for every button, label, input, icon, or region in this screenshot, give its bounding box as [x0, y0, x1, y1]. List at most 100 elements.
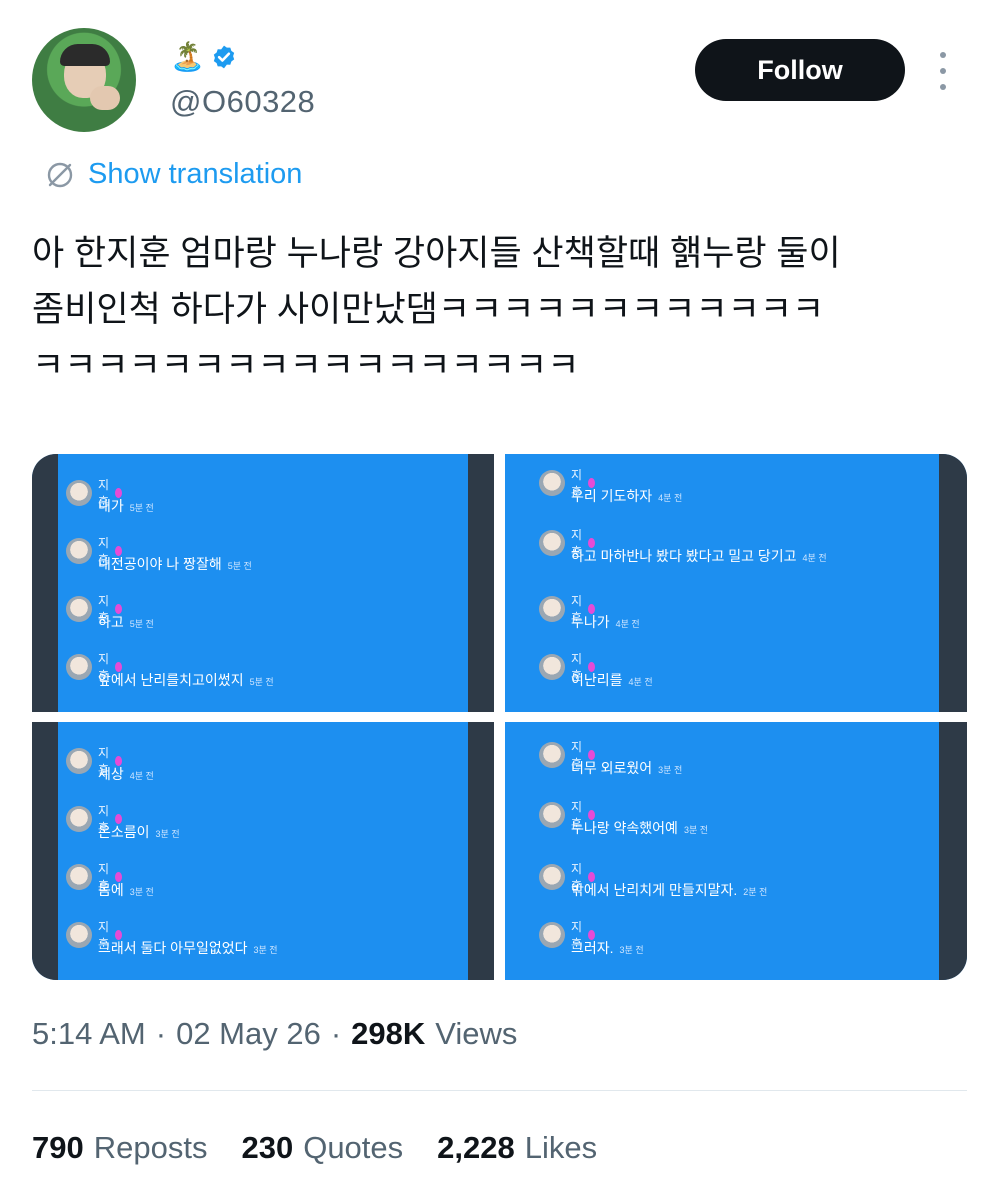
tweet-text: 아 한지훈 엄마랑 누나랑 강아지들 산책할때 핽누랑 둘이 좀비인척 하다가 …	[32, 234, 841, 385]
meta-separator: ·	[155, 1016, 167, 1051]
chat-message-time: 5분 전	[129, 503, 154, 513]
reposts-count: 790	[32, 1130, 84, 1165]
chat-avatar	[66, 654, 92, 680]
verified-badge-icon	[213, 45, 235, 69]
media-image-2[interactable]: 지훈 우리 기도하자 4분 전 지훈 하고 마하반나 봤다 봤다고 밀고 당기고 4분 전…	[505, 454, 967, 712]
chat-message-body: 그러자. 3분 전	[571, 938, 644, 958]
quotes-label: Quotes	[303, 1130, 404, 1165]
show-translation-label: Show translation	[88, 158, 303, 190]
quotes-stat[interactable]: 230 Quotes	[241, 1130, 403, 1166]
chat-message-text: 내가	[98, 498, 124, 514]
chat-message-time: 3분 전	[155, 829, 180, 839]
chat-message-time: 3분 전	[683, 825, 709, 835]
translate-globe-icon	[47, 162, 73, 187]
user-handle[interactable]: @O60328	[170, 84, 315, 120]
chat-avatar	[539, 654, 565, 680]
chat-message-body: 몸에 3분 전	[98, 880, 154, 900]
chat-message-text: 누나가	[571, 614, 610, 630]
chat-message-body: 앞에서 난리를치고이썼지 5분 전	[98, 670, 274, 690]
chat-message-time: 3분 전	[658, 765, 683, 775]
tweet-date[interactable]: 02 May 26	[176, 1016, 321, 1052]
chat-message-body: 그래서 둘다 아무일없었다 3분 전	[98, 938, 278, 958]
chat-avatar	[539, 864, 565, 890]
chat-message-time: 4분 전	[628, 677, 653, 687]
meta-separator: ·	[330, 1016, 342, 1051]
likes-count: 2,228	[437, 1130, 515, 1165]
chat-message-text: 세상	[98, 766, 124, 782]
tweet-meta: 5:14 AM · 02 May 26 · 298K Views	[32, 1016, 517, 1052]
chat-message-text: 그러자.	[571, 940, 614, 956]
chat-message-text: 너무 외로웠어	[571, 760, 653, 776]
follow-button[interactable]: Follow	[695, 39, 905, 101]
views-label: Views	[435, 1016, 518, 1051]
tweet-header: 🏝️ @O60328 Follow	[32, 28, 967, 138]
reposts-label: Reposts	[93, 1130, 208, 1165]
panel-edge	[939, 722, 967, 980]
chat-avatar	[539, 596, 565, 622]
chat-message-text: 하고 마하반나 봤다 봤다고 밀고 당기고	[571, 548, 797, 564]
panel-edge	[468, 722, 494, 980]
panel-edge	[32, 454, 58, 712]
chat-message-time: 5분 전	[249, 677, 274, 687]
chat-message-text: 내전공이야 나 짱잘해	[98, 556, 222, 572]
avatar-hand	[90, 86, 120, 110]
views-count: 298K	[351, 1016, 426, 1051]
likes-stat[interactable]: 2,228 Likes	[437, 1130, 597, 1166]
tweet-time[interactable]: 5:14 AM	[32, 1016, 146, 1052]
chat-message-body: 이난리를 4분 전	[571, 670, 653, 690]
media-image-1[interactable]: 지훈 내가 5분 전 지훈 내전공이야 나 짱잘해 5분 전 지훈 하고 5분 전 지훈 앞에서 난…	[32, 454, 494, 712]
avatar-hair	[60, 44, 110, 66]
divider	[32, 1090, 967, 1091]
chat-message-time: 5분 전	[227, 561, 252, 571]
chat-avatar	[66, 806, 92, 832]
chat-message-time: 4분 전	[658, 493, 683, 503]
chat-message-body: 내가 5분 전	[98, 496, 154, 516]
chat-avatar	[66, 748, 92, 774]
media-image-3[interactable]: 지훈 세상 4분 전 지훈 온소름이 3분 전 지훈 몸에 3분 전 지훈 그래서 둘다 아무일없었…	[32, 722, 494, 980]
user-avatar[interactable]	[32, 28, 136, 132]
chat-message-text: 이난리를	[571, 672, 623, 688]
chat-avatar	[539, 530, 565, 556]
chat-message-body: 누나랑 약속했어예 3분 전	[571, 818, 708, 838]
chat-avatar	[539, 922, 565, 948]
chat-avatar	[66, 922, 92, 948]
chat-message-body: 너무 외로웠어 3분 전	[571, 758, 682, 778]
chat-message-time: 4분 전	[129, 771, 154, 781]
chat-avatar	[66, 864, 92, 890]
quotes-count: 230	[241, 1130, 294, 1165]
panel-edge	[468, 454, 494, 712]
chat-message-time: 2분 전	[743, 887, 768, 897]
chat-message-text: 그래서 둘다 아무일없었다	[98, 940, 248, 956]
chat-message-body: 하고 5분 전	[98, 612, 154, 632]
chat-avatar	[539, 802, 565, 828]
chat-message-body: 세상 4분 전	[98, 764, 154, 784]
chat-message-time: 3분 전	[619, 945, 644, 955]
chat-message-body: 우리 기도하자 4분 전	[571, 486, 682, 506]
chat-message-text: 밖에서 난리치게 만들지말자.	[571, 882, 738, 898]
chat-avatar	[539, 470, 565, 496]
chat-avatar	[66, 596, 92, 622]
display-name-row[interactable]: 🏝️	[170, 42, 237, 72]
reposts-stat[interactable]: 790 Reposts	[32, 1130, 207, 1166]
engagement-stats: 790 Reposts 230 Quotes 2,228 Likes	[32, 1130, 597, 1166]
chat-message-text: 앞에서 난리를치고이썼지	[98, 672, 244, 688]
panel-edge	[32, 722, 58, 980]
chat-avatar	[66, 538, 92, 564]
panel-edge	[939, 454, 967, 712]
chat-message-time: 4분 전	[615, 619, 640, 629]
chat-avatar	[539, 742, 565, 768]
more-options-icon[interactable]	[937, 52, 949, 90]
media-image-4[interactable]: 지훈 너무 외로웠어 3분 전 지훈 누나랑 약속했어예 3분 전 지훈 밖에서 난리치게 만…	[505, 722, 967, 980]
chat-message-time: 3분 전	[253, 945, 278, 955]
chat-message-text: 온소름이	[98, 824, 150, 840]
chat-message-time: 5분 전	[129, 619, 154, 629]
chat-message-text: 몸에	[98, 882, 124, 898]
island-emoji-icon: 🏝️	[170, 41, 205, 72]
chat-message-body: 밖에서 난리치게 만들지말자. 2분 전	[571, 880, 767, 900]
tweet-media[interactable]: 지훈 내가 5분 전 지훈 내전공이야 나 짱잘해 5분 전 지훈 하고 5분 전 지훈 앞에서 난…	[32, 454, 967, 980]
chat-message-body: 내전공이야 나 짱잘해 5분 전	[98, 554, 252, 574]
chat-message-time: 4분 전	[802, 553, 827, 563]
chat-message-text: 누나랑 약속했어예	[571, 820, 678, 836]
show-translation-link[interactable]: Show translation	[44, 158, 302, 191]
chat-message-body: 하고 마하반나 봤다 봤다고 밀고 당기고 4분 전	[571, 546, 827, 566]
